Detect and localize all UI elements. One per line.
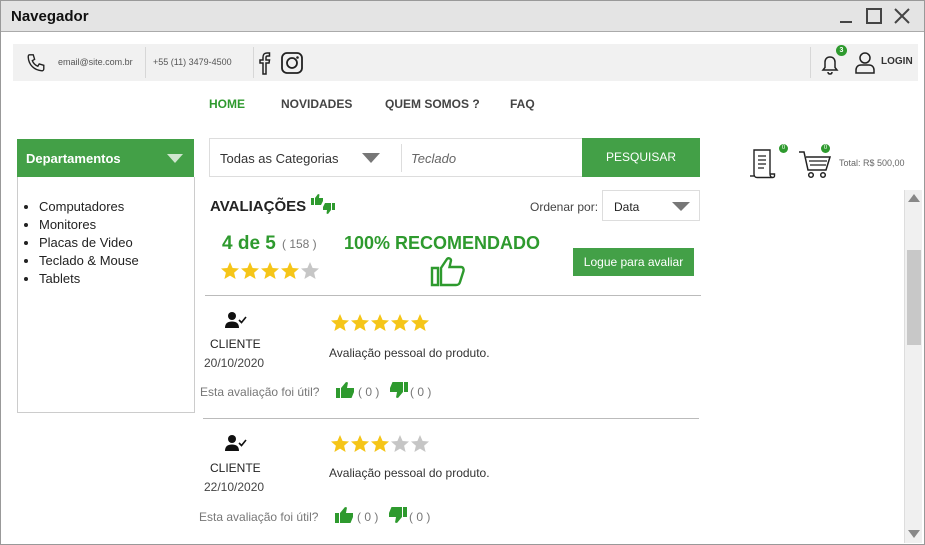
search-input[interactable]: Teclado bbox=[411, 151, 456, 166]
review-text: Avaliação pessoal do produto. bbox=[329, 466, 490, 480]
minimize-icon[interactable] bbox=[837, 7, 855, 25]
scroll-up-icon[interactable] bbox=[908, 194, 920, 202]
department-item[interactable]: Teclado & Mouse bbox=[39, 252, 139, 270]
login-link[interactable]: LOGIN bbox=[881, 56, 913, 67]
department-item[interactable]: Placas de Video bbox=[39, 234, 139, 252]
star-empty-icon bbox=[391, 435, 409, 452]
notification-badge: 3 bbox=[836, 45, 847, 56]
departments-title: Departamentos bbox=[26, 151, 121, 166]
search-button[interactable]: PESQUISAR bbox=[582, 138, 700, 177]
thumbs-down-icon[interactable] bbox=[388, 381, 408, 399]
thumbs-up-icon[interactable] bbox=[335, 506, 355, 524]
rating-stars bbox=[220, 261, 320, 281]
review-text: Avaliação pessoal do produto. bbox=[329, 346, 490, 360]
departments-header[interactable]: Departamentos bbox=[17, 139, 194, 177]
helpful-up-count: ( 0 ) bbox=[357, 510, 379, 524]
star-filled-icon bbox=[351, 435, 369, 452]
star-filled-icon bbox=[391, 314, 409, 331]
reviews-title: AVALIAÇÕES bbox=[210, 198, 307, 215]
divider bbox=[401, 144, 402, 172]
user-icon[interactable] bbox=[854, 51, 876, 75]
sort-select[interactable]: Data bbox=[602, 190, 700, 221]
departments-list: Computadores Monitores Placas de Video T… bbox=[39, 198, 139, 288]
category-select[interactable]: Todas as Categorias bbox=[220, 151, 339, 166]
scrollbar-thumb[interactable] bbox=[907, 250, 921, 345]
star-empty-icon bbox=[411, 435, 429, 452]
instagram-icon[interactable] bbox=[280, 51, 304, 75]
title-bar: Navegador bbox=[1, 1, 924, 32]
scroll-down-icon[interactable] bbox=[908, 530, 920, 538]
top-bar: email@site.com.br +55 (11) 3479-4500 3 L… bbox=[13, 44, 918, 81]
thumbs-up-icon[interactable] bbox=[336, 381, 356, 399]
chevron-down-icon bbox=[672, 202, 690, 211]
thumbs-up-down-icon bbox=[311, 194, 335, 214]
nav-faq[interactable]: FAQ bbox=[510, 97, 535, 111]
review-stars bbox=[330, 313, 430, 333]
cart-badge: 0 bbox=[821, 144, 830, 153]
cart-total: Total: R$ 500,00 bbox=[839, 158, 905, 168]
divider bbox=[205, 295, 701, 296]
review-date: 22/10/2020 bbox=[204, 480, 265, 494]
phone-icon bbox=[27, 54, 45, 72]
sort-label: Ordenar por: bbox=[530, 200, 599, 214]
rating-count: ( 158 ) bbox=[282, 237, 317, 251]
department-item[interactable]: Computadores bbox=[39, 198, 139, 216]
nav-home[interactable]: HOME bbox=[209, 97, 245, 111]
divider bbox=[145, 47, 146, 78]
thumbs-up-icon bbox=[430, 257, 465, 287]
user-check-icon bbox=[225, 312, 247, 328]
helpful-down-count: ( 0 ) bbox=[410, 385, 432, 399]
review-stars bbox=[330, 434, 430, 454]
helpful-up-count: ( 0 ) bbox=[358, 385, 380, 399]
maximize-icon[interactable] bbox=[865, 7, 883, 25]
nav-quem-somos[interactable]: QUEM SOMOS ? bbox=[385, 97, 480, 111]
star-filled-icon bbox=[351, 314, 369, 331]
sort-value: Data bbox=[614, 200, 640, 214]
bell-icon[interactable] bbox=[819, 52, 841, 76]
email-text[interactable]: email@site.com.br bbox=[58, 57, 133, 67]
divider bbox=[203, 418, 699, 419]
nav-novidades[interactable]: NOVIDADES bbox=[281, 97, 352, 111]
facebook-icon[interactable] bbox=[257, 51, 271, 75]
chevron-down-icon[interactable] bbox=[362, 153, 380, 163]
user-check-icon bbox=[225, 435, 247, 451]
star-filled-icon bbox=[281, 262, 299, 279]
star-filled-icon bbox=[411, 314, 429, 331]
close-icon[interactable] bbox=[893, 7, 911, 25]
login-to-review-button[interactable]: Logue para avaliar bbox=[573, 248, 694, 276]
thumbs-down-icon[interactable] bbox=[387, 506, 407, 524]
cart-icon[interactable] bbox=[798, 150, 832, 180]
star-empty-icon bbox=[301, 262, 319, 279]
star-filled-icon bbox=[221, 262, 239, 279]
star-filled-icon bbox=[261, 262, 279, 279]
star-filled-icon bbox=[371, 435, 389, 452]
scrollbar[interactable] bbox=[904, 190, 922, 543]
star-filled-icon bbox=[241, 262, 259, 279]
review-author: CLIENTE bbox=[210, 461, 261, 475]
helpful-label: Esta avaliação foi útil? bbox=[200, 385, 320, 399]
star-filled-icon bbox=[331, 314, 349, 331]
star-filled-icon bbox=[331, 435, 349, 452]
divider bbox=[253, 47, 254, 78]
review-author: CLIENTE bbox=[210, 337, 261, 351]
helpful-down-count: ( 0 ) bbox=[409, 510, 431, 524]
department-item[interactable]: Tablets bbox=[39, 270, 139, 288]
chevron-down-icon bbox=[167, 154, 183, 163]
department-item[interactable]: Monitores bbox=[39, 216, 139, 234]
review-date: 20/10/2020 bbox=[204, 356, 265, 370]
receipt-icon[interactable] bbox=[749, 148, 777, 180]
phone-text: +55 (11) 3479-4500 bbox=[153, 57, 232, 67]
window-title: Navegador bbox=[11, 8, 89, 25]
rating-score: 4 de 5 bbox=[222, 233, 276, 254]
star-filled-icon bbox=[371, 314, 389, 331]
list-badge: 0 bbox=[779, 144, 788, 153]
divider bbox=[810, 47, 811, 78]
recommend-text: 100% RECOMENDADO bbox=[344, 233, 541, 253]
helpful-label: Esta avaliação foi útil? bbox=[199, 510, 319, 524]
